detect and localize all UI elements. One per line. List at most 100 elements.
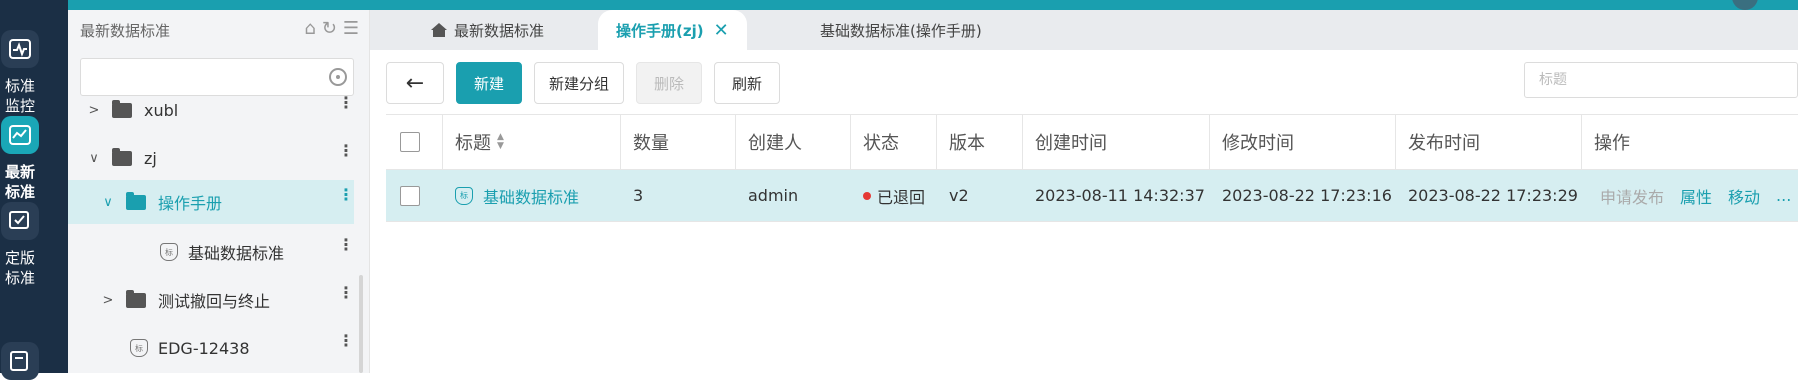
more-icon[interactable]: ⋮ bbox=[338, 333, 354, 349]
actions-cell: 申请发布 属性 移动 ... bbox=[1582, 170, 1798, 221]
tab-latest-standards[interactable]: 最新数据标准 bbox=[430, 10, 544, 50]
refresh-icon[interactable]: ↻ bbox=[322, 18, 337, 39]
column-header-creator: 创建人 bbox=[736, 115, 851, 169]
tab-basic-data-standard[interactable]: 基础数据标准(操作手册) bbox=[820, 10, 982, 50]
count-cell: 3 bbox=[633, 186, 644, 205]
tab-label: 操作手册(zj) bbox=[616, 21, 704, 40]
column-header-created: 创建时间 bbox=[1023, 115, 1210, 169]
collapse-all-icon[interactable]: ☰ bbox=[343, 18, 359, 39]
table-row[interactable]: 标 基础数据标准 3 admin 已退回 v2 2023-08-11 14:32… bbox=[386, 170, 1798, 222]
chevron-down-icon[interactable]: ∨ bbox=[86, 151, 102, 166]
tree-node[interactable]: 标 基础数据标准 ⋮ bbox=[68, 232, 354, 272]
tree-node-label: EDG-12438 bbox=[158, 338, 250, 358]
status-dot-icon bbox=[863, 191, 871, 200]
standard-doc-icon: 标 bbox=[455, 186, 473, 205]
select-all-cell bbox=[386, 115, 443, 169]
close-icon[interactable]: ✕ bbox=[714, 20, 729, 41]
folder-icon bbox=[126, 191, 146, 210]
column-header-title[interactable]: 标题 ▲ ▼ bbox=[443, 115, 621, 169]
more-icon[interactable]: ⋮ bbox=[338, 237, 354, 253]
status-cell: 已退回 bbox=[851, 170, 937, 221]
more-icon[interactable]: ⋮ bbox=[338, 95, 354, 111]
nav-rail: 标准监控 最新标准 定版标准 bbox=[0, 0, 68, 380]
column-header-modified: 修改时间 bbox=[1210, 115, 1396, 169]
column-header-count: 数量 bbox=[621, 115, 736, 169]
rail-label: 标准监控 bbox=[4, 77, 35, 115]
tree-node-label: zj bbox=[144, 148, 157, 168]
tree-node-label: 测试撤回与终止 bbox=[158, 292, 271, 311]
tree-node-selected[interactable]: ∨ 操作手册 ⋮ bbox=[68, 180, 354, 224]
table-header: 标题 ▲ ▼ 数量 创建人 状态 版本 创建时间 修改时间 发布时间 操作 bbox=[386, 114, 1798, 170]
standard-doc-icon: 标 bbox=[160, 243, 178, 261]
more-actions-link[interactable]: ... bbox=[1776, 186, 1791, 205]
top-accent-bar bbox=[0, 0, 1798, 10]
modified-cell: 2023-08-22 17:23:16 bbox=[1222, 186, 1392, 205]
new-button[interactable]: 新建 bbox=[456, 62, 522, 104]
column-header-label: 标题 bbox=[455, 133, 491, 154]
column-header-actions: 操作 bbox=[1594, 133, 1630, 154]
tree-node[interactable]: 标 EDG-12438 ⋮ bbox=[68, 328, 354, 368]
rail-item-latest[interactable]: 最新标准 bbox=[0, 116, 40, 202]
toolbar: ← 新建 新建分组 删除 刷新 bbox=[386, 62, 781, 104]
chart-edit-icon bbox=[1, 116, 39, 154]
tree-tools: ⌂ ↻ ☰ bbox=[304, 18, 359, 39]
tree-panel: 最新数据标准 ⌂ ↻ ☰ > xubl ⋮ ∨ zj ⋮ ∨ 操作手册 ⋮ 标 … bbox=[68, 10, 370, 373]
folder-icon bbox=[126, 289, 146, 308]
select-all-checkbox[interactable] bbox=[400, 132, 420, 152]
standard-doc-icon: 标 bbox=[130, 339, 148, 357]
check-document-icon bbox=[1, 202, 39, 240]
delete-button[interactable]: 删除 bbox=[636, 62, 703, 104]
new-group-button[interactable]: 新建分组 bbox=[534, 62, 625, 104]
sort-icon[interactable]: ▲ ▼ bbox=[497, 133, 504, 151]
created-cell: 2023-08-11 14:32:37 bbox=[1035, 186, 1205, 205]
tree-node-label: 基础数据标准 bbox=[188, 244, 285, 263]
title-link[interactable]: 基础数据标准 bbox=[483, 184, 579, 208]
more-icon[interactable]: ⋮ bbox=[338, 143, 354, 159]
column-header-published: 发布时间 bbox=[1396, 115, 1582, 169]
chevron-right-icon[interactable]: > bbox=[86, 103, 102, 118]
edit-document-icon bbox=[1, 342, 39, 380]
home-icon bbox=[430, 22, 448, 38]
folder-icon bbox=[112, 99, 132, 118]
version-cell: v2 bbox=[949, 186, 969, 205]
tree-scrollbar[interactable] bbox=[359, 275, 363, 373]
move-link[interactable]: 移动 bbox=[1728, 184, 1760, 208]
rail-item-monitor[interactable]: 标准监控 bbox=[0, 30, 40, 116]
more-icon[interactable]: ⋮ bbox=[338, 285, 354, 301]
tree-node[interactable]: > 测试撤回与终止 ⋮ bbox=[68, 280, 354, 320]
status-label: 已退回 bbox=[877, 187, 926, 207]
avatar[interactable] bbox=[1732, 0, 1758, 10]
apply-publish-link[interactable]: 申请发布 bbox=[1600, 184, 1664, 208]
standards-table: 标题 ▲ ▼ 数量 创建人 状态 版本 创建时间 修改时间 发布时间 操作 标 基… bbox=[386, 114, 1798, 222]
tab-operation-manual[interactable]: 操作手册(zj) ✕ bbox=[598, 10, 747, 50]
row-select-cell bbox=[386, 170, 443, 221]
rail-label: 定版标准 bbox=[4, 249, 35, 287]
heartbeat-monitor-icon bbox=[1, 30, 39, 68]
locate-icon[interactable] bbox=[329, 68, 347, 86]
refresh-button[interactable]: 刷新 bbox=[714, 62, 781, 104]
published-cell: 2023-08-22 17:23:29 bbox=[1408, 186, 1578, 205]
title-cell: 标 基础数据标准 bbox=[443, 170, 621, 221]
creator-cell: admin bbox=[748, 186, 799, 205]
home-icon[interactable]: ⌂ bbox=[304, 18, 315, 39]
folder-icon bbox=[112, 147, 132, 166]
more-icon[interactable]: ⋮ bbox=[338, 187, 354, 203]
column-header-version: 版本 bbox=[937, 115, 1023, 169]
tree-node-label: xubl bbox=[144, 100, 179, 120]
back-button[interactable]: ← bbox=[386, 62, 444, 104]
chevron-down-icon[interactable]: ∨ bbox=[100, 195, 116, 210]
tree-node[interactable]: > xubl ⋮ bbox=[68, 90, 354, 130]
properties-link[interactable]: 属性 bbox=[1680, 184, 1712, 208]
rail-label: 最新标准 bbox=[4, 163, 35, 201]
rail-item-edit[interactable] bbox=[0, 342, 40, 380]
row-checkbox[interactable] bbox=[400, 185, 420, 206]
tree-node[interactable]: ∨ zj ⋮ bbox=[68, 138, 354, 178]
tree-node-label: 操作手册 bbox=[158, 194, 223, 213]
tab-label: 基础数据标准(操作手册) bbox=[820, 21, 982, 40]
tab-bar: 最新数据标准 操作手册(zj) ✕ 基础数据标准(操作手册) bbox=[370, 10, 1798, 50]
tree-header: 最新数据标准 bbox=[80, 22, 171, 40]
chevron-right-icon[interactable]: > bbox=[100, 293, 116, 308]
title-search-input[interactable] bbox=[1524, 62, 1798, 98]
rail-item-finalized[interactable]: 定版标准 bbox=[0, 202, 40, 288]
column-header-status: 状态 bbox=[851, 115, 937, 169]
